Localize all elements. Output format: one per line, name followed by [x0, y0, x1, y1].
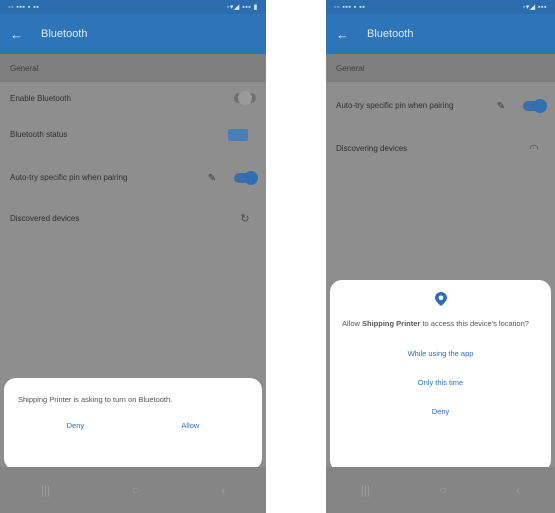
home-icon[interactable]: ○	[440, 483, 447, 497]
auto-pairing-row[interactable]: Auto-try specific pin when pairing ✎	[326, 82, 555, 130]
bluetooth-permission-dialog: Shipping Printer is asking to turn on Bl…	[4, 378, 262, 470]
dialog-buttons: Deny Allow	[18, 421, 248, 430]
pencil-icon[interactable]: ✎	[493, 101, 509, 112]
recents-icon[interactable]: |||	[361, 483, 370, 497]
home-icon[interactable]: ○	[132, 483, 139, 497]
spinner-icon: ◠	[529, 142, 539, 155]
app-bar: ← Bluetooth	[326, 14, 555, 54]
bluetooth-status-label: Bluetooth status	[10, 129, 68, 139]
navigation-bar: ||| ○ ‹	[0, 467, 266, 513]
section-header-general: General	[0, 54, 266, 82]
deny-button[interactable]: Deny	[342, 407, 539, 416]
app-title: Bluetooth	[367, 28, 414, 40]
auto-pairing-row[interactable]: Auto-try specific pin when pairing ✎	[0, 156, 266, 200]
enable-bluetooth-row[interactable]: Enable Bluetooth	[0, 82, 266, 114]
auto-pairing-switch[interactable]	[523, 99, 547, 113]
ble-button[interactable]	[228, 129, 248, 141]
refresh-icon[interactable]: ↻	[234, 212, 256, 225]
navigation-bar: ||| ○ ‹	[326, 467, 555, 513]
switch-knob	[238, 91, 252, 105]
switch-knob	[244, 171, 258, 185]
status-bar: ◦◦ ▪▪▪ ▪ ▪▪ ▫▾◢ ▪▪▪ ▮	[0, 0, 266, 14]
status-bar: ◦◦ ▪▪▪ ▪ ▪▪ ▫▾◢ ▪▪▪	[326, 0, 555, 14]
location-permission-dialog: Allow Shipping Printer to access this de…	[330, 280, 551, 472]
switch-knob	[533, 99, 547, 113]
location-pin-icon	[434, 292, 447, 306]
discovering-devices-row: Discovering devices ◠	[326, 130, 555, 166]
deny-button[interactable]: Deny	[67, 421, 85, 430]
phone-screen-right: ◦◦ ▪▪▪ ▪ ▪▪ ▫▾◢ ▪▪▪ ← Bluetooth General …	[326, 0, 555, 513]
auto-pairing-label: Auto-try specific pin when pairing	[10, 172, 128, 182]
enable-bluetooth-label: Enable Bluetooth	[10, 93, 71, 103]
status-icons-left: ◦◦ ▪▪▪ ▪ ▪▪	[334, 3, 366, 11]
discovered-devices-label: Discovered devices	[10, 213, 80, 223]
phone-screen-left: ◦◦ ▪▪▪ ▪ ▪▪ ▫▾◢ ▪▪▪ ▮ ← Bluetooth Genera…	[0, 0, 266, 513]
status-icons-right: ▫▾◢ ▪▪▪ ▮	[226, 4, 258, 11]
enable-bluetooth-switch[interactable]	[234, 91, 256, 105]
allow-button[interactable]: Allow	[181, 421, 199, 430]
dialog-app-name: Shipping Printer	[362, 319, 421, 328]
pencil-icon[interactable]: ✎	[204, 173, 220, 184]
back-icon[interactable]: ‹	[516, 483, 520, 497]
auto-pairing-label: Auto-try specific pin when pairing	[336, 100, 454, 110]
only-this-time-button[interactable]: Only this time	[342, 378, 539, 387]
back-icon[interactable]: ‹	[221, 483, 225, 497]
dialog-suffix: to access this device's location?	[420, 319, 529, 328]
back-arrow-icon[interactable]: ←	[336, 27, 349, 42]
bluetooth-status-row: Bluetooth status	[0, 114, 266, 156]
app-title: Bluetooth	[41, 28, 88, 40]
recents-icon[interactable]: |||	[41, 483, 50, 497]
app-bar: ← Bluetooth	[0, 14, 266, 54]
back-arrow-icon[interactable]: ←	[10, 27, 23, 42]
section-header-general: General	[326, 54, 555, 82]
discovering-devices-label: Discovering devices	[336, 143, 408, 153]
while-using-app-button[interactable]: While using the app	[342, 349, 539, 358]
status-icons-right: ▫▾◢ ▪▪▪	[522, 4, 547, 11]
dialog-message: Shipping Printer is asking to turn on Bl…	[18, 395, 173, 404]
discovered-devices-row: Discovered devices ↻	[0, 200, 266, 236]
dialog-prefix: Allow	[342, 319, 363, 328]
auto-pairing-switch[interactable]	[234, 171, 258, 185]
dialog-message: Allow Shipping Printer to access this de…	[342, 318, 539, 329]
status-icons-left: ◦◦ ▪▪▪ ▪ ▪▪	[8, 3, 40, 11]
